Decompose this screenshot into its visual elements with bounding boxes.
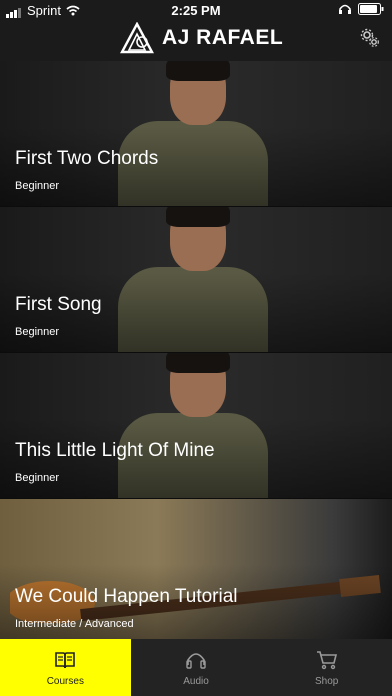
course-card[interactable]: First Two Chords Beginner [0, 61, 392, 207]
logo-triangle-icon [120, 22, 154, 54]
tab-courses[interactable]: Courses [0, 639, 131, 696]
tab-audio[interactable]: Audio [131, 639, 262, 696]
course-level: Intermediate / Advanced [15, 618, 134, 630]
tab-bar: Courses Audio Shop [0, 639, 392, 696]
course-card[interactable]: We Could Happen Tutorial Intermediate / … [0, 499, 392, 645]
status-right [338, 3, 384, 15]
cart-icon [316, 651, 337, 670]
battery-icon [358, 3, 384, 15]
course-title: We Could Happen Tutorial [15, 586, 238, 607]
course-title: First Song [15, 294, 102, 315]
tab-label: Courses [46, 676, 84, 687]
gear-icon[interactable] [360, 28, 380, 48]
app-header: AJ RAFAEL [0, 20, 392, 60]
logo-text: AJ RAFAEL [162, 26, 284, 49]
app-logo: AJ RAFAEL [120, 22, 283, 54]
course-level: Beginner [15, 326, 60, 338]
course-level: Beginner [15, 472, 60, 484]
status-time: 2:25 PM [171, 3, 221, 18]
headphones-icon [186, 653, 206, 669]
headphones-status-icon [339, 4, 351, 14]
course-card[interactable]: First Song Beginner [0, 207, 392, 353]
course-title: This Little Light Of Mine [15, 440, 215, 461]
course-list: First Two Chords Beginner First Song Beg… [0, 61, 392, 645]
course-title: First Two Chords [15, 148, 159, 169]
tab-label: Audio [183, 676, 209, 687]
status-bar: Sprint 2:25 PM [0, 0, 392, 20]
course-card[interactable]: This Little Light Of Mine Beginner [0, 353, 392, 499]
course-level: Beginner [15, 180, 60, 192]
book-icon [55, 652, 76, 669]
tab-label: Shop [315, 676, 339, 687]
tab-shop[interactable]: Shop [261, 639, 392, 696]
